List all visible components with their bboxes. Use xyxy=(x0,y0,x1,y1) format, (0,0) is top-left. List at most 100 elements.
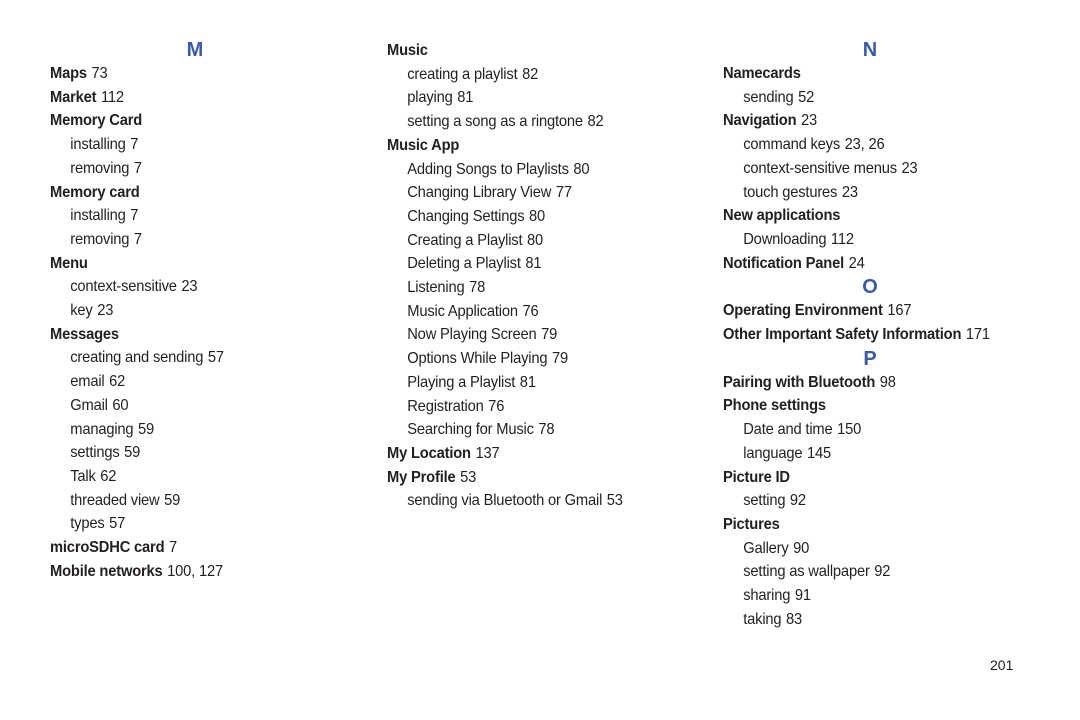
subentry-term: creating and sending xyxy=(70,349,204,367)
subentry-page-ref[interactable]: 52 xyxy=(798,89,814,106)
subentry-page-ref[interactable]: 82 xyxy=(522,66,538,83)
subentry-page-ref[interactable]: 80 xyxy=(527,232,543,249)
subentry-page-ref[interactable]: 81 xyxy=(520,374,536,391)
subentry-page-ref[interactable]: 92 xyxy=(874,563,890,580)
index-entry: Market 112 xyxy=(50,86,317,110)
subentry-page-ref[interactable]: 79 xyxy=(552,350,568,367)
subentry-page-ref[interactable]: 62 xyxy=(109,373,125,390)
subentry-page-ref[interactable]: 79 xyxy=(541,326,557,343)
subentry-page-ref[interactable]: 62 xyxy=(100,468,116,485)
subentry-term: Music Application xyxy=(407,302,518,320)
entry-page-ref[interactable]: 23 xyxy=(801,112,817,129)
section-letter: P xyxy=(863,347,877,370)
subentry-page-ref[interactable]: 7 xyxy=(130,207,138,224)
subentry-page-ref[interactable]: 53 xyxy=(607,492,623,509)
subentry-term: taking xyxy=(743,610,782,628)
subentry-page-ref[interactable]: 59 xyxy=(164,492,180,509)
subentry-term: Listening xyxy=(407,279,465,297)
entry-term: Market xyxy=(50,88,97,106)
index-subentry: sending via Bluetooth or Gmail 53 xyxy=(387,489,663,513)
index-subentry: Deleting a Playlist 81 xyxy=(387,252,663,276)
subentry-page-ref[interactable]: 23 xyxy=(181,278,197,295)
index-entry: Namecards xyxy=(723,62,1008,86)
index-subentry: sending 52 xyxy=(723,86,1008,110)
subentry-term: creating a playlist xyxy=(407,65,518,83)
entry-page-ref[interactable]: 24 xyxy=(849,255,865,272)
index-entry: Pictures xyxy=(723,513,1008,537)
index-subentry: threaded view 59 xyxy=(50,489,317,513)
subentry-page-ref[interactable]: 7 xyxy=(130,136,138,153)
index-entry: Pairing with Bluetooth 98 xyxy=(723,371,1008,395)
subentry-page-ref[interactable]: 80 xyxy=(529,208,545,225)
subentry-term: Gmail xyxy=(70,396,108,414)
entry-page-ref[interactable]: 100, 127 xyxy=(167,563,223,580)
entry-term: Namecards xyxy=(723,65,801,82)
subentry-page-ref[interactable]: 57 xyxy=(109,515,125,532)
subentry-page-ref[interactable]: 112 xyxy=(831,231,854,248)
index-subentry: Date and time 150 xyxy=(723,418,1008,442)
subentry-page-ref[interactable]: 76 xyxy=(522,303,538,320)
subentry-page-ref[interactable]: 81 xyxy=(525,255,541,272)
subentry-page-ref[interactable]: 76 xyxy=(488,398,504,415)
index-entry: New applications xyxy=(723,204,1008,228)
subentry-page-ref[interactable]: 78 xyxy=(538,421,554,438)
subentry-page-ref[interactable]: 57 xyxy=(208,349,224,366)
index-entry: Operating Environment 167 xyxy=(723,299,1008,323)
index-subentry: removing 7 xyxy=(50,228,317,252)
index-subentry: Music Application 76 xyxy=(387,300,663,324)
subentry-page-ref[interactable]: 23, 26 xyxy=(845,136,885,153)
index-subentry: context-sensitive 23 xyxy=(50,275,317,299)
index-subentry: email 62 xyxy=(50,370,317,394)
entry-page-ref[interactable]: 98 xyxy=(880,374,896,391)
index-subentry: touch gestures 23 xyxy=(723,181,1008,205)
index-subentry: Searching for Music 78 xyxy=(387,418,663,442)
subentry-page-ref[interactable]: 59 xyxy=(124,444,140,461)
entry-page-ref[interactable]: 53 xyxy=(460,469,476,486)
entry-page-ref[interactable]: 137 xyxy=(475,445,499,462)
subentry-term: Downloading xyxy=(743,230,827,248)
index-entry: Phone settings xyxy=(723,394,1008,418)
subentry-term: command keys xyxy=(743,136,841,154)
subentry-page-ref[interactable]: 92 xyxy=(790,492,806,509)
entry-page-ref[interactable]: 73 xyxy=(92,65,108,82)
subentry-page-ref[interactable]: 7 xyxy=(134,231,142,248)
index-entry: Music xyxy=(387,39,663,63)
entry-term: My Profile xyxy=(387,468,456,486)
entry-page-ref[interactable]: 7 xyxy=(169,539,177,556)
subentry-page-ref[interactable]: 81 xyxy=(457,89,473,106)
subentry-page-ref[interactable]: 7 xyxy=(134,160,142,177)
subentry-term: installing xyxy=(70,207,126,225)
subentry-term: email xyxy=(70,373,105,391)
subentry-page-ref[interactable]: 59 xyxy=(138,421,154,438)
subentry-term: Now Playing Screen xyxy=(407,326,537,344)
subentry-term: Changing Settings xyxy=(407,207,525,225)
subentry-page-ref[interactable]: 145 xyxy=(807,445,831,462)
subentry-page-ref[interactable]: 23 xyxy=(842,184,858,201)
entry-term: Memory Card xyxy=(50,112,143,130)
subentry-page-ref[interactable]: 23 xyxy=(902,160,918,177)
subentry-term: Gallery xyxy=(743,539,789,557)
subentry-page-ref[interactable]: 80 xyxy=(573,161,589,178)
subentry-page-ref[interactable]: 23 xyxy=(97,302,113,319)
entry-term: New applications xyxy=(723,207,841,225)
section-letter: N xyxy=(862,39,878,61)
subentry-page-ref[interactable]: 91 xyxy=(795,587,811,604)
index-subentry: Gallery 90 xyxy=(723,537,1008,561)
subentry-page-ref[interactable]: 150 xyxy=(837,421,861,438)
subentry-page-ref[interactable]: 78 xyxy=(469,279,485,296)
subentry-page-ref[interactable]: 83 xyxy=(786,611,802,628)
subentry-page-ref[interactable]: 77 xyxy=(556,184,572,201)
subentry-term: key xyxy=(70,302,93,320)
entry-page-ref[interactable]: 167 xyxy=(887,302,911,319)
subentry-term: Adding Songs to Playlists xyxy=(407,160,569,178)
entry-page-ref[interactable]: 171 xyxy=(966,326,990,343)
subentry-page-ref[interactable]: 60 xyxy=(112,397,128,414)
index-entry: My Location 137 xyxy=(387,442,663,466)
entry-term: Music App xyxy=(387,136,460,154)
index-entry: Mobile networks 100, 127 xyxy=(50,560,317,584)
entry-page-ref[interactable]: 112 xyxy=(101,89,124,106)
index-subentry: creating and sending 57 xyxy=(50,346,317,370)
subentry-page-ref[interactable]: 90 xyxy=(793,540,809,557)
subentry-page-ref[interactable]: 82 xyxy=(588,113,604,130)
index-subentry: setting as wallpaper 92 xyxy=(723,560,1008,584)
